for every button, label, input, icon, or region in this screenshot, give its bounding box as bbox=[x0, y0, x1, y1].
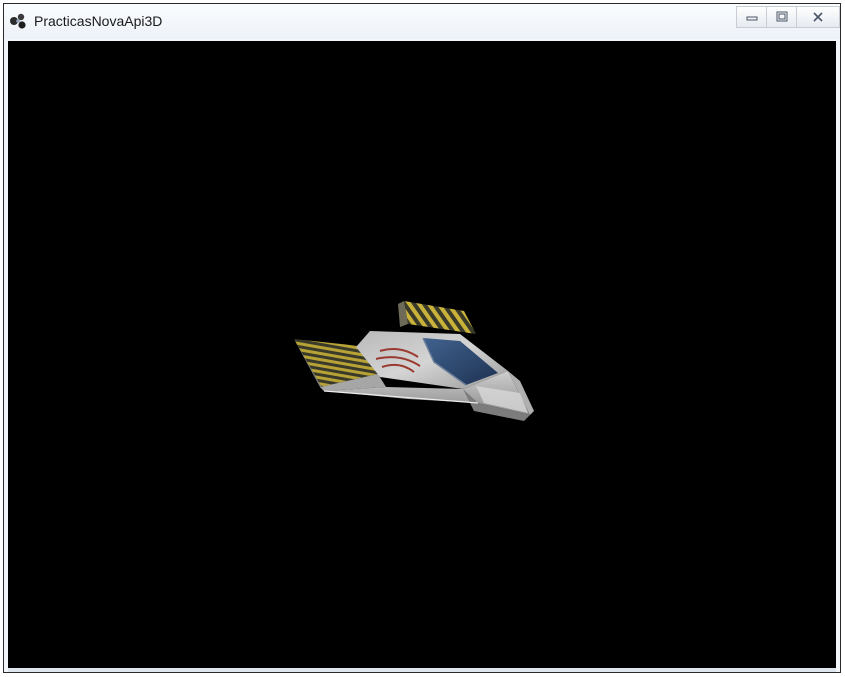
maximize-button[interactable] bbox=[766, 6, 796, 28]
close-button[interactable] bbox=[796, 6, 840, 28]
window-bottom-border bbox=[8, 668, 836, 672]
app-window: PracticasNovaApi3D bbox=[3, 3, 841, 673]
close-icon bbox=[813, 12, 823, 22]
maximize-icon bbox=[776, 11, 787, 22]
tail-fin bbox=[404, 301, 476, 334]
app-logo-icon bbox=[10, 13, 26, 29]
title-bar[interactable]: PracticasNovaApi3D bbox=[4, 4, 840, 39]
render-viewport[interactable] bbox=[8, 41, 836, 668]
window-title: PracticasNovaApi3D bbox=[34, 13, 163, 29]
minimize-icon bbox=[746, 16, 757, 21]
spaceship-model bbox=[294, 301, 534, 421]
minimize-button[interactable] bbox=[736, 6, 766, 28]
window-controls bbox=[736, 6, 840, 30]
